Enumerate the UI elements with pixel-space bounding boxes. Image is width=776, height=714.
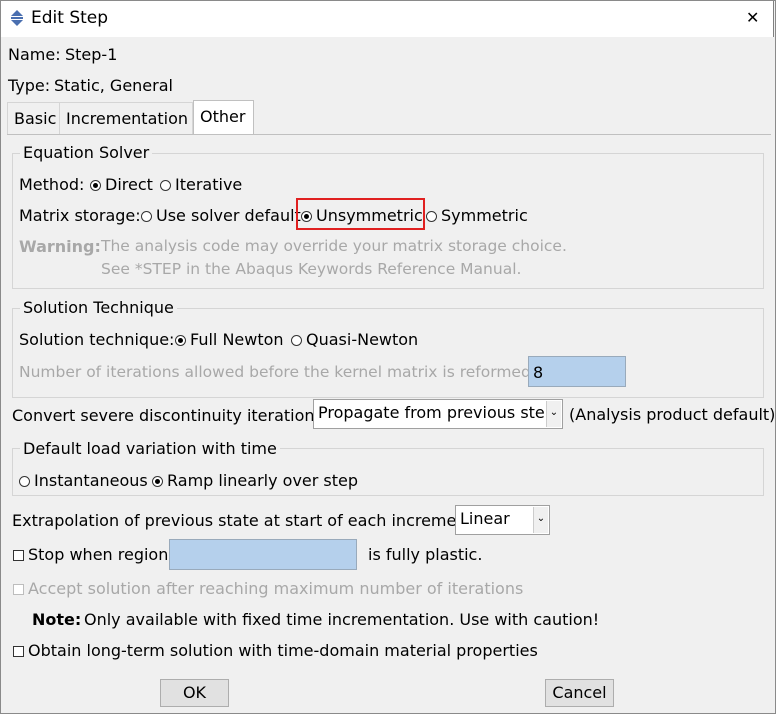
instantaneous-radio[interactable]: Instantaneous: [19, 471, 148, 490]
checkbox-icon: [13, 550, 24, 561]
chevron-down-icon: ⌄: [546, 401, 561, 427]
ok-button[interactable]: OK: [160, 679, 229, 707]
radio-icon: [301, 211, 312, 222]
long-term-checkbox[interactable]: Obtain long-term solution with time-doma…: [13, 641, 538, 660]
extrapolation-select[interactable]: Linear ⌄: [455, 505, 550, 535]
radio-icon: [152, 476, 163, 487]
stop-region-checkbox[interactable]: Stop when region: [13, 545, 168, 564]
accept-solution-label: Accept solution after reaching maximum n…: [28, 579, 524, 598]
storage-unsymmetric-label: Unsymmetric: [316, 206, 423, 225]
iterations-value: 8: [533, 363, 544, 382]
storage-unsymmetric-radio[interactable]: Unsymmetric: [301, 206, 423, 225]
discontinuity-label: Convert severe discontinuity iterations:: [12, 406, 329, 425]
window-title: Edit Step: [31, 8, 109, 28]
radio-icon: [141, 211, 152, 222]
tab-incrementation[interactable]: Incrementation: [59, 102, 193, 134]
tab-basic-label: Basic: [14, 109, 57, 128]
method-label: Method:: [19, 175, 85, 194]
matrix-storage-label: Matrix storage:: [19, 206, 141, 225]
storage-solver-default-label: Use solver default: [156, 206, 301, 225]
solution-technique-label: Solution technique:: [19, 330, 175, 349]
method-direct-radio[interactable]: Direct: [90, 175, 153, 194]
load-variation-title: Default load variation with time: [20, 439, 280, 458]
cancel-button[interactable]: Cancel: [545, 679, 614, 707]
note-text: Only available with fixed time increment…: [84, 610, 600, 629]
ramp-linearly-label: Ramp linearly over step: [167, 471, 359, 490]
equation-solver-title: Equation Solver: [20, 143, 153, 162]
quasi-newton-radio[interactable]: Quasi-Newton: [291, 330, 418, 349]
storage-symmetric-label: Symmetric: [441, 206, 528, 225]
stop-region-input[interactable]: [169, 539, 357, 570]
full-newton-radio[interactable]: Full Newton: [175, 330, 284, 349]
full-newton-label: Full Newton: [190, 330, 284, 349]
tab-other-label: Other: [200, 107, 246, 126]
tab-content-border: [7, 134, 771, 135]
radio-icon: [19, 476, 30, 487]
radio-icon: [426, 211, 437, 222]
method-direct-label: Direct: [105, 175, 153, 194]
radio-icon: [291, 335, 302, 346]
warning-line-2: See *STEP in the Abaqus Keywords Referen…: [101, 260, 522, 278]
stop-region-suffix: is fully plastic.: [368, 545, 483, 564]
discontinuity-note: (Analysis product default): [569, 405, 776, 424]
radio-icon: [175, 335, 186, 346]
radio-icon: [160, 180, 171, 191]
tab-other[interactable]: Other: [193, 100, 254, 135]
radio-icon: [90, 180, 101, 191]
discontinuity-value: Propagate from previous step: [318, 403, 555, 422]
checkbox-icon: [13, 646, 24, 657]
title-bar: [0, 0, 774, 37]
quasi-newton-label: Quasi-Newton: [306, 330, 419, 349]
tab-basic[interactable]: Basic: [7, 102, 60, 134]
name-value: Step-1: [65, 45, 118, 64]
storage-solver-default-radio[interactable]: Use solver default: [141, 206, 301, 225]
accept-solution-checkbox[interactable]: Accept solution after reaching maximum n…: [13, 579, 523, 598]
solution-technique-title: Solution Technique: [20, 298, 177, 317]
note-label: Note:: [32, 610, 82, 629]
checkbox-icon: [13, 584, 24, 595]
ramp-linearly-radio[interactable]: Ramp linearly over step: [152, 471, 358, 490]
app-icon: [9, 8, 25, 28]
storage-symmetric-radio[interactable]: Symmetric: [426, 206, 528, 225]
iterations-label: Number of iterations allowed before the …: [19, 363, 537, 381]
name-label: Name:: [8, 45, 61, 64]
long-term-label: Obtain long-term solution with time-doma…: [28, 641, 538, 660]
extrapolation-label: Extrapolation of previous state at start…: [12, 511, 479, 530]
solution-technique-group: [12, 308, 764, 398]
stop-region-label: Stop when region: [28, 545, 169, 564]
type-label: Type:: [8, 76, 51, 95]
type-value: Static, General: [54, 76, 173, 95]
chevron-down-icon: ⌄: [533, 507, 548, 533]
extrapolation-value: Linear: [460, 509, 510, 528]
warning-line-1: The analysis code may override your matr…: [101, 237, 567, 255]
discontinuity-select[interactable]: Propagate from previous step ⌄: [313, 399, 563, 429]
tab-incrementation-label: Incrementation: [66, 109, 189, 128]
warning-label: Warning:: [19, 237, 101, 256]
iterations-input[interactable]: 8: [528, 356, 626, 387]
instantaneous-label: Instantaneous: [34, 471, 148, 490]
method-iterative-label: Iterative: [175, 175, 243, 194]
close-icon[interactable]: ✕: [746, 8, 759, 27]
method-iterative-radio[interactable]: Iterative: [160, 175, 242, 194]
